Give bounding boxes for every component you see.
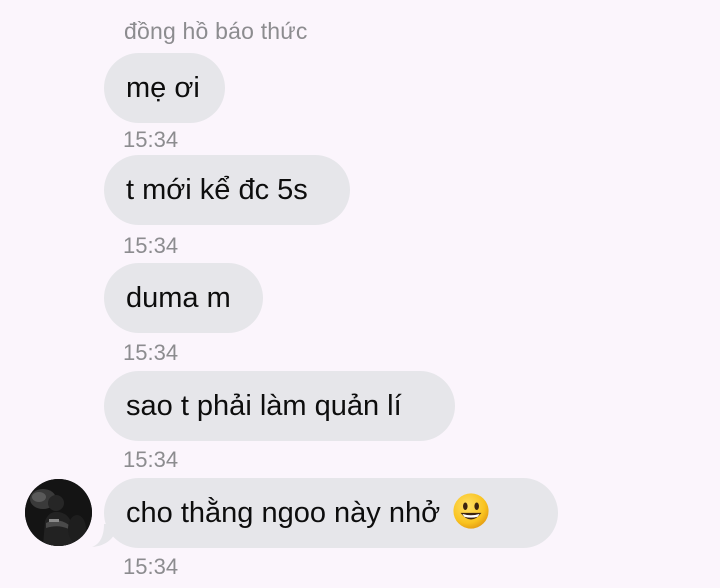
avatar-image [25,479,92,546]
message-row: mẹ ơi 15:34 [104,53,225,152]
message-bubble[interactable]: cho thằng ngoo này nhở [104,478,558,548]
message-timestamp: 15:34 [123,447,179,472]
message-timestamp: 15:34 [123,554,179,579]
message-row: duma m 15:34 [104,263,263,365]
message-text: t mới kể đc 5s [126,174,308,206]
message-text: sao t phải làm quản lí [126,390,402,422]
smiley-emoji-icon [453,493,489,529]
message-bubble[interactable]: duma m [104,263,263,333]
message-text: mẹ ơi [126,72,200,104]
message-timestamp: 15:34 [123,340,179,365]
message-row: sao t phải làm quản lí 15:34 [104,371,455,472]
message-row: t mới kể đc 5s 15:34 [104,155,350,258]
sender-avatar[interactable] [25,479,92,546]
message-bubble[interactable]: sao t phải làm quản lí [104,371,455,441]
message-bubble[interactable]: t mới kể đc 5s [104,155,350,225]
bubble-tail [92,524,118,547]
message-timestamp: 15:34 [123,127,179,152]
message-bubble[interactable]: mẹ ơi [104,53,225,123]
message-row: cho thằng ngoo này nhở 15:34 [92,478,558,579]
message-timestamp: 15:34 [123,233,179,258]
sender-name: đồng hồ báo thức [124,18,308,44]
message-text: cho thằng ngoo này nhở [126,497,441,529]
message-text: duma m [126,282,231,314]
